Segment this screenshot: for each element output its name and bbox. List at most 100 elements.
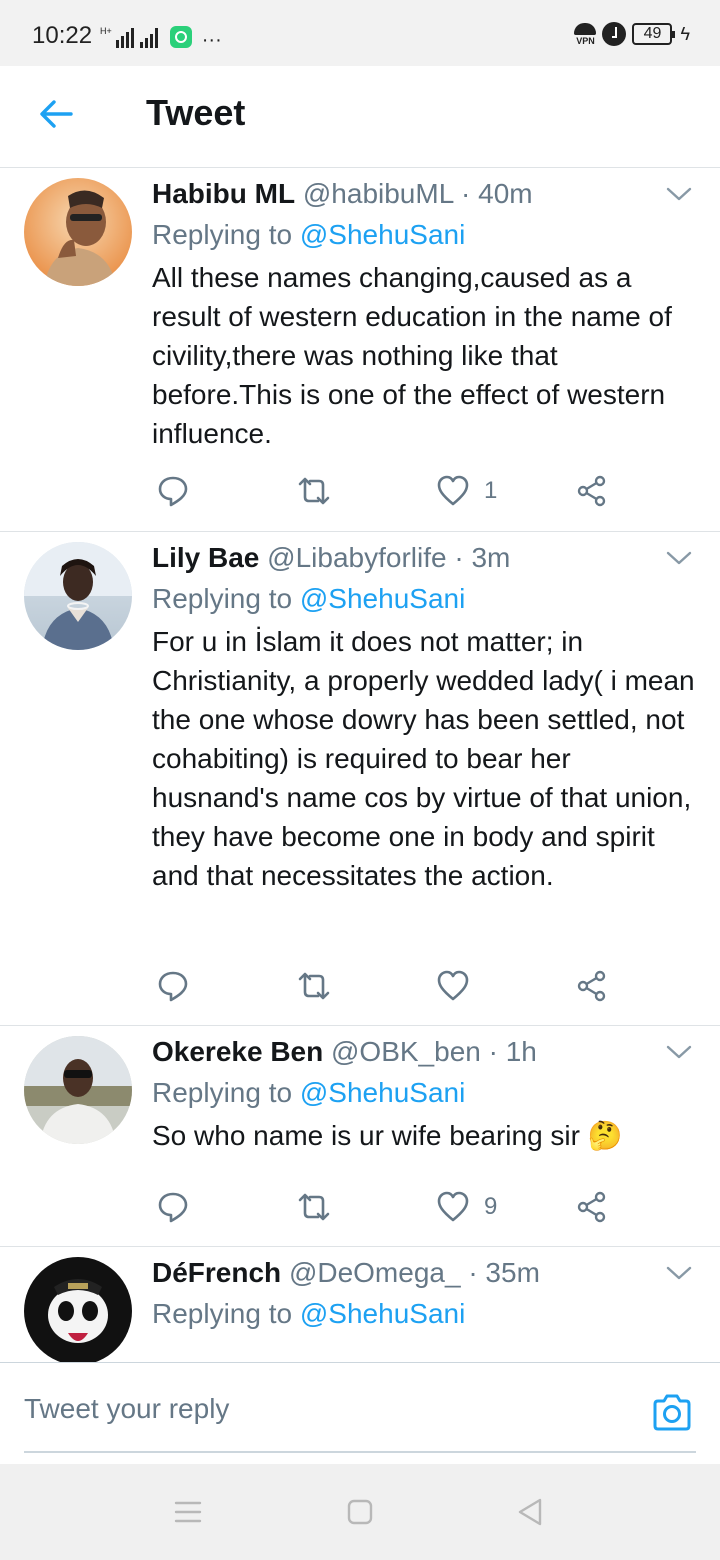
share-icon <box>577 1191 606 1223</box>
more-notifications-icon: ··· <box>201 29 222 51</box>
reply-icon <box>158 476 188 507</box>
avatar[interactable] <box>24 542 132 650</box>
charging-icon: ϟ <box>680 23 690 44</box>
app-notification-icon <box>169 26 192 48</box>
share-button[interactable] <box>576 1187 608 1227</box>
reply-icon <box>158 971 188 1002</box>
replying-prefix: Replying to <box>152 1077 293 1108</box>
chevron-down-icon[interactable] <box>666 1265 692 1281</box>
replying-handle-link[interactable]: @ShehuSani <box>300 1298 465 1329</box>
tweet-content: DéFrench @DeOmega_ · 35m Replying to @Sh… <box>152 1253 702 1337</box>
replying-handle-link[interactable]: @ShehuSani <box>300 1077 465 1108</box>
replying-prefix: Replying to <box>152 219 293 250</box>
avatar[interactable] <box>24 1257 132 1362</box>
status-time: 10:22 <box>32 22 93 49</box>
like-button[interactable]: 1 <box>436 471 497 511</box>
share-icon <box>577 970 606 1002</box>
author-handle[interactable]: @DeOmega_ <box>289 1257 461 1288</box>
replying-handle-link[interactable]: @ShehuSani <box>300 219 465 250</box>
author-name[interactable]: Habibu ML <box>152 178 295 209</box>
home-icon[interactable] <box>340 1494 380 1530</box>
chevron-down-icon[interactable] <box>666 550 692 566</box>
avatar[interactable] <box>24 178 132 286</box>
page-title: Tweet <box>146 92 246 133</box>
tweet-meta: Okereke Ben @OBK_ben · 1h <box>152 1032 702 1072</box>
replying-to: Replying to @ShehuSani <box>152 1293 702 1335</box>
share-button[interactable] <box>576 966 608 1006</box>
author-handle[interactable]: @habibuML <box>303 178 453 209</box>
reply-input-underline <box>24 1451 696 1453</box>
tweet-meta: Habibu ML @habibuML · 40m <box>152 174 702 214</box>
tweet-content: Okereke Ben @OBK_ben · 1h Replying to @S… <box>152 1032 702 1155</box>
replying-to: Replying to @ShehuSani <box>152 1072 702 1114</box>
status-right-icons: VPN 49 ϟ <box>574 22 690 46</box>
replies-feed[interactable]: Habibu ML @habibuML · 40m Replying to @S… <box>0 168 720 1362</box>
replying-to: Replying to @ShehuSani <box>152 578 702 620</box>
tweet-content: Lily Bae @Libabyforlife · 3m Replying to… <box>152 538 702 895</box>
author-name[interactable]: DéFrench <box>152 1257 281 1288</box>
menu-icon[interactable] <box>168 1494 208 1530</box>
chevron-down-icon[interactable] <box>666 186 692 202</box>
tweet-time: · 35m <box>468 1257 540 1288</box>
tweet-text: For u in İslam it does not matter; in Ch… <box>152 626 695 891</box>
reply-input[interactable]: Tweet your reply <box>24 1393 644 1425</box>
retweet-button[interactable] <box>296 966 332 1006</box>
app-header: Tweet <box>0 66 720 168</box>
signal-icon <box>115 28 134 48</box>
author-name[interactable]: Okereke Ben <box>152 1036 323 1067</box>
battery-level: 49 <box>643 25 662 42</box>
tweet-card[interactable]: DéFrench @DeOmega_ · 35m Replying to @Sh… <box>0 1247 720 1362</box>
avatar[interactable] <box>24 1036 132 1144</box>
tweet-actions <box>152 966 622 1006</box>
retweet-icon <box>298 972 330 1000</box>
tweet-card[interactable]: Okereke Ben @OBK_ben · 1h Replying to @S… <box>0 1026 720 1247</box>
network-type-label: H+ <box>100 26 112 36</box>
retweet-icon <box>298 477 330 505</box>
reply-bar: Tweet your reply <box>0 1362 720 1464</box>
tweet-meta: DéFrench @DeOmega_ · 35m <box>152 1253 702 1293</box>
reply-icon <box>158 1192 188 1223</box>
replying-handle-link[interactable]: @ShehuSani <box>300 583 465 614</box>
retweet-button[interactable] <box>296 1187 332 1227</box>
vpn-label: VPN <box>576 35 595 46</box>
system-nav-bar <box>0 1464 720 1560</box>
reply-button[interactable] <box>156 966 190 1006</box>
like-count: 1 <box>484 477 498 504</box>
tweet-text: All these names changing,caused as a res… <box>152 262 672 449</box>
replying-prefix: Replying to <box>152 1298 293 1329</box>
tweet-content: Habibu ML @habibuML · 40m Replying to @S… <box>152 174 702 453</box>
like-button[interactable] <box>436 966 484 1006</box>
back-nav-icon[interactable] <box>510 1494 550 1530</box>
tweet-time: · 1h <box>488 1036 537 1067</box>
battery-icon: 49 <box>632 23 676 45</box>
retweet-button[interactable] <box>296 471 332 511</box>
alarm-icon <box>602 22 627 46</box>
chevron-down-icon[interactable] <box>666 1044 692 1060</box>
tweet-time: · 3m <box>454 542 511 573</box>
share-icon <box>577 475 606 507</box>
author-handle[interactable]: @Libabyforlife <box>267 542 446 573</box>
back-arrow-icon <box>40 100 73 128</box>
tweet-meta: Lily Bae @Libabyforlife · 3m <box>152 538 702 578</box>
like-count: 9 <box>484 1193 498 1220</box>
author-handle[interactable]: @OBK_ben <box>331 1036 481 1067</box>
heart-icon <box>437 1191 469 1222</box>
reply-button[interactable] <box>156 1187 190 1227</box>
reply-button[interactable] <box>156 471 190 511</box>
status-bar: 10:22 H+ ··· VPN 49 ϟ <box>0 0 720 66</box>
back-button[interactable] <box>36 94 76 134</box>
tweet-card[interactable]: Lily Bae @Libabyforlife · 3m Replying to… <box>0 532 720 1026</box>
tweet-actions: 1 <box>152 471 622 511</box>
share-button[interactable] <box>576 471 608 511</box>
tweet-time: · 40m <box>461 178 533 209</box>
heart-icon <box>437 475 469 506</box>
camera-icon[interactable] <box>650 1393 694 1433</box>
signal-icon-2 <box>139 28 158 48</box>
like-button[interactable]: 9 <box>436 1187 497 1227</box>
author-name[interactable]: Lily Bae <box>152 542 259 573</box>
retweet-icon <box>298 1193 330 1221</box>
tweet-card[interactable]: Habibu ML @habibuML · 40m Replying to @S… <box>0 168 720 532</box>
status-left-icons: H+ ··· <box>100 22 222 51</box>
tweet-actions: 9 <box>152 1187 622 1227</box>
vpn-icon: VPN <box>574 22 597 46</box>
